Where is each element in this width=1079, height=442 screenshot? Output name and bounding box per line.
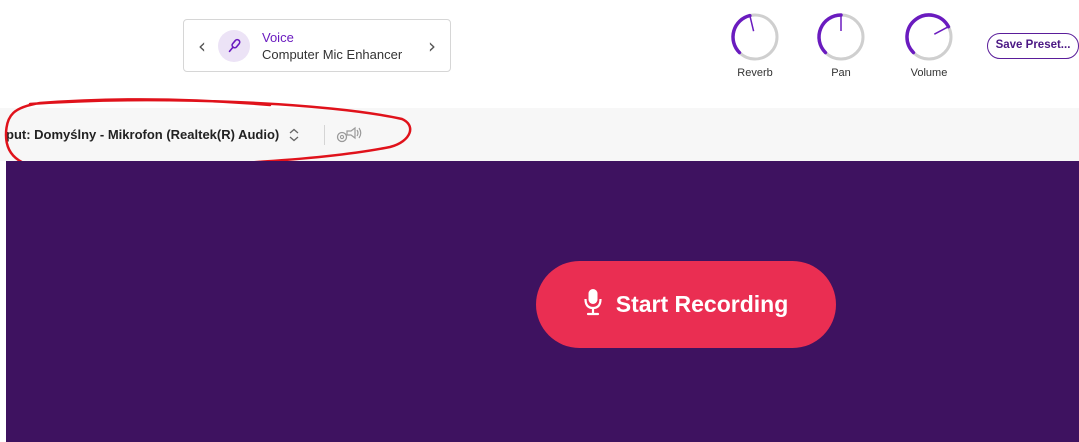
volume-label: Volume (910, 67, 948, 79)
knob-indicator (933, 26, 949, 35)
recording-stage: Start Recording (6, 161, 1079, 442)
input-device-select[interactable]: put: Domyślny - Mikrofon (Realtek(R) Aud… (0, 108, 300, 161)
pan-knob-dial[interactable] (816, 12, 866, 62)
preset-selector[interactable]: ‹ Voice Computer Mic Enhancer › (183, 19, 451, 72)
save-preset-button[interactable]: Save Preset... (987, 33, 1079, 59)
knob-indicator (749, 15, 755, 32)
preset-info: Voice Computer Mic Enhancer (262, 29, 402, 63)
input-device-label: put: Domyślny - Mikrofon (Realtek(R) Aud… (6, 127, 280, 142)
input-divider (324, 125, 325, 145)
top-toolbar: ‹ Voice Computer Mic Enhancer › Reverb P… (0, 0, 1079, 108)
knob-value-arc (817, 13, 843, 55)
reverb-knob[interactable]: Reverb (730, 12, 780, 79)
pan-knob[interactable]: Pan (816, 12, 866, 79)
start-recording-label: Start Recording (615, 291, 789, 317)
volume-knob-dial[interactable] (904, 12, 954, 62)
reverb-label: Reverb (737, 67, 773, 79)
microphone-icon (584, 288, 602, 321)
input-bar: put: Domyślny - Mikrofon (Realtek(R) Aud… (0, 108, 1079, 161)
pan-label: Pan (831, 67, 851, 79)
updown-chevron-icon (288, 128, 300, 142)
start-recording-button[interactable]: Start Recording (536, 261, 836, 348)
knob-value-arc (905, 13, 951, 55)
reverb-knob-dial[interactable] (730, 12, 780, 62)
volume-knob[interactable]: Volume (904, 12, 954, 79)
knob-value-arc (731, 13, 752, 55)
microphone-icon (218, 29, 250, 62)
preset-name: Computer Mic Enhancer (262, 46, 403, 62)
speaker-settings-icon[interactable] (333, 125, 363, 150)
chevron-left-icon[interactable]: ‹ (190, 20, 214, 71)
preset-category: Voice (262, 29, 294, 45)
chevron-right-icon[interactable]: › (420, 20, 444, 71)
